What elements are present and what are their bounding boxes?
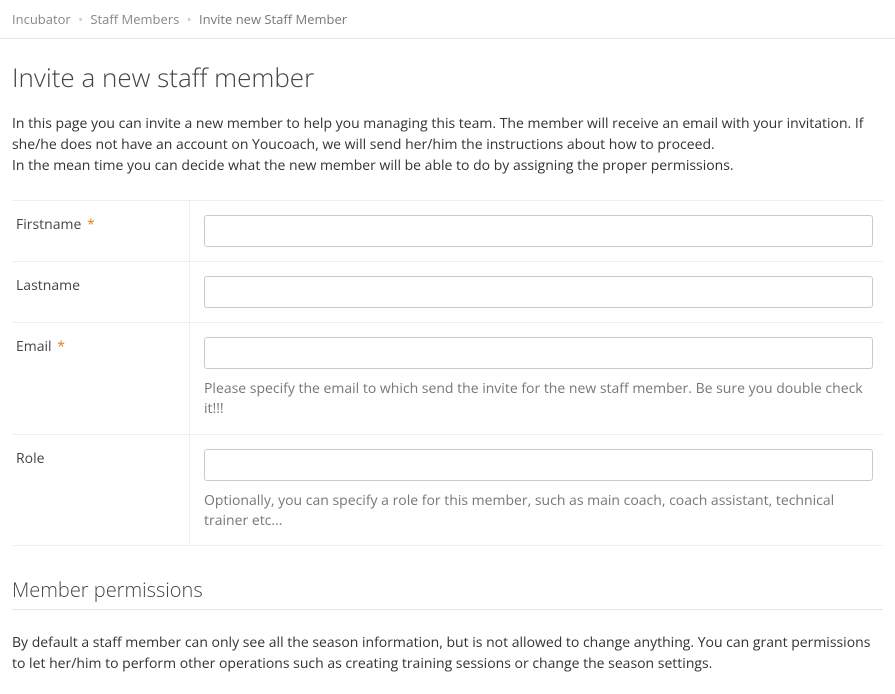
section-divider — [12, 609, 883, 610]
form-row-email: Email * Please specify the email to whic… — [12, 322, 883, 434]
firstname-label: Firstname * — [12, 201, 190, 261]
email-label: Email * — [12, 323, 190, 434]
firstname-input[interactable] — [204, 215, 873, 247]
breadcrumb-current: Invite new Staff Member — [199, 10, 347, 28]
breadcrumb: Incubator • Staff Members • Invite new S… — [0, 0, 895, 39]
required-marker: * — [57, 337, 65, 356]
required-marker: * — [87, 215, 95, 234]
form-row-role: Role Optionally, you can specify a role … — [12, 434, 883, 547]
breadcrumb-link-staff-members[interactable]: Staff Members — [90, 10, 179, 28]
form-row-firstname: Firstname * — [12, 200, 883, 261]
breadcrumb-link-incubator[interactable]: Incubator — [12, 10, 71, 28]
email-help-text: Please specify the email to which send t… — [204, 379, 873, 420]
page-title: Invite a new staff member — [12, 59, 883, 95]
breadcrumb-separator: • — [78, 10, 83, 28]
intro-line-1: In this page you can invite a new member… — [12, 114, 864, 154]
breadcrumb-separator: • — [187, 10, 192, 28]
role-help-text: Optionally, you can specify a role for t… — [204, 491, 873, 532]
invite-form: Firstname * Lastname Email * Please spec… — [12, 200, 883, 546]
intro-text: In this page you can invite a new member… — [12, 113, 883, 176]
page-content: Invite a new staff member In this page y… — [0, 39, 895, 694]
permissions-heading: Member permissions — [12, 576, 883, 603]
lastname-input[interactable] — [204, 276, 873, 308]
role-label: Role — [12, 435, 190, 546]
lastname-label: Lastname — [12, 262, 190, 322]
email-input[interactable] — [204, 337, 873, 369]
role-input[interactable] — [204, 449, 873, 481]
intro-line-2: In the mean time you can decide what the… — [12, 156, 734, 175]
permissions-text: By default a staff member can only see a… — [12, 632, 883, 674]
form-row-lastname: Lastname — [12, 261, 883, 322]
